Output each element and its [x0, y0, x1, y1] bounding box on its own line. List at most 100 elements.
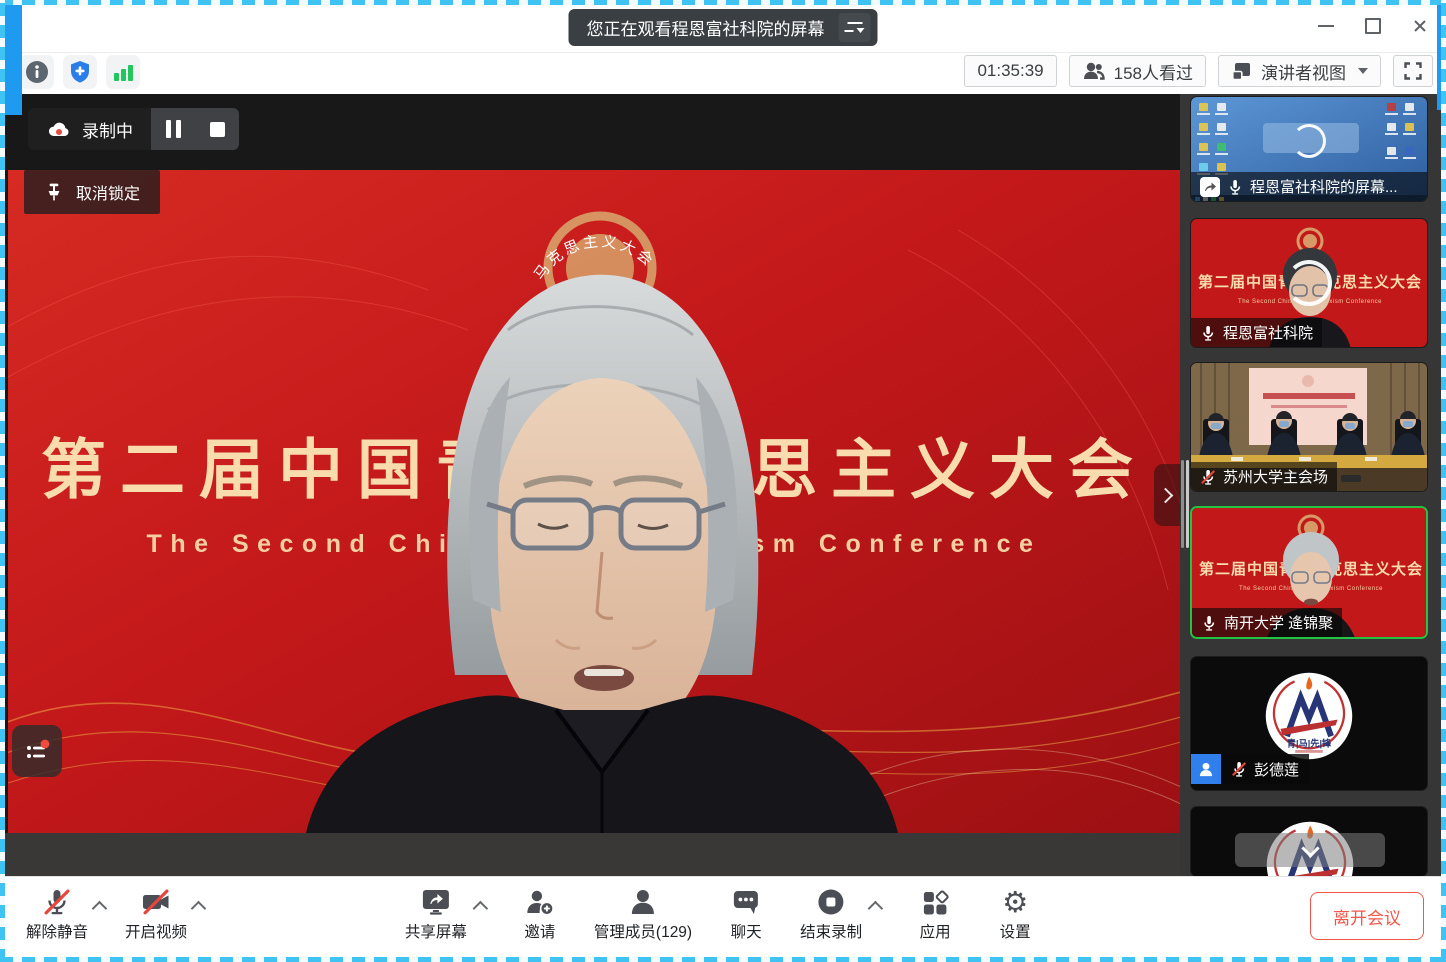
- recording-controls: 录制中: [28, 108, 239, 150]
- apps-button[interactable]: 应用: [909, 885, 961, 942]
- end-record-label: 结束录制: [800, 920, 862, 942]
- list-notification-icon: [22, 737, 52, 765]
- banner-menu-icon[interactable]: [839, 13, 871, 42]
- close-button[interactable]: [1410, 16, 1430, 36]
- main-video-stage: 马克思主义大会 第二届中国青年马克思主义大会 The Second China …: [0, 94, 1180, 877]
- scroll-more-button[interactable]: [1235, 833, 1385, 867]
- network-quality-button[interactable]: [106, 55, 140, 89]
- participant-label: 程恩富社科院的屏幕...: [1191, 172, 1427, 201]
- leave-meeting-label: 离开会议: [1333, 904, 1401, 929]
- unlock-label: 取消锁定: [76, 180, 140, 204]
- participant-name: 程恩富社科院的屏幕...: [1250, 176, 1398, 197]
- maximize-button[interactable]: [1363, 16, 1383, 36]
- invite-button[interactable]: 邀请: [514, 885, 566, 942]
- leave-meeting-button[interactable]: 离开会议: [1310, 892, 1424, 940]
- end-record-icon: [816, 887, 846, 917]
- chat-bubble-icon: [731, 887, 761, 917]
- share-border-top: [0, 0, 1446, 5]
- view-mode-selector[interactable]: 演讲者视图: [1218, 55, 1381, 87]
- participant-tile-partial[interactable]: [1190, 806, 1428, 877]
- start-video-button[interactable]: 开启视频: [125, 885, 187, 942]
- participant-label: 苏州大学主会场: [1191, 462, 1337, 491]
- menu-line-caret: [845, 28, 865, 33]
- viewers-icon: [1082, 59, 1106, 83]
- caption-toggle-button[interactable]: [12, 725, 62, 777]
- video-options-caret[interactable]: [191, 901, 207, 917]
- sidebar-collapse-tab[interactable]: [1154, 464, 1180, 526]
- meeting-timer: 01:35:39: [964, 55, 1056, 87]
- end-record-button[interactable]: 结束录制: [800, 885, 862, 942]
- fullscreen-button[interactable]: [1393, 55, 1433, 87]
- sidebar-scrollbar-track[interactable]: [1181, 460, 1184, 548]
- left-tools: [20, 55, 140, 89]
- participant-tile-active-speaker[interactable]: 第二届中国青年马克思主义大会 The Second China Youth Ma…: [1190, 506, 1428, 639]
- participant-name: 程恩富社科院: [1223, 322, 1313, 343]
- camera-muted-icon: [140, 887, 172, 917]
- pause-record-button[interactable]: [151, 108, 195, 150]
- info-icon: [24, 59, 50, 85]
- share-border-left: [0, 0, 5, 962]
- title-bar: 您正在观看程恩富社科院的屏幕: [0, 0, 1446, 53]
- share-screen-button[interactable]: 共享屏幕: [405, 885, 467, 942]
- apps-label: 应用: [920, 920, 951, 942]
- share-screen-icon: [420, 887, 452, 917]
- status-bar: 01:35:39 158人看过 演讲者视图: [0, 52, 1446, 94]
- stop-icon: [210, 122, 225, 137]
- unmute-button[interactable]: 解除静音: [26, 885, 88, 942]
- stage-letterbox: [0, 833, 1180, 877]
- manage-members-button[interactable]: 管理成员(129): [594, 885, 692, 942]
- unlock-view-button[interactable]: 取消锁定: [24, 170, 160, 214]
- loading-spinner: [1292, 124, 1326, 158]
- close-icon: [1412, 18, 1428, 34]
- participant-tile[interactable]: 青|马|先|锋: [1190, 656, 1428, 791]
- watching-banner-text: 您正在观看程恩富社科院的屏幕: [587, 15, 825, 40]
- toolbar-left-group: 解除静音 开启视频: [26, 885, 204, 942]
- chevron-right-icon: [1158, 487, 1174, 503]
- org-logo: 青|马|先|锋: [1263, 670, 1355, 762]
- participant-tile[interactable]: 第二届中国青年马克思主义大会 The Second China Youth Ma…: [1190, 218, 1428, 348]
- shield-plus-icon: [67, 59, 93, 85]
- invite-label: 邀请: [524, 920, 555, 942]
- manage-members-label: 管理成员(129): [594, 920, 692, 942]
- pin-icon: [44, 182, 64, 202]
- recording-label: 录制中: [82, 117, 133, 142]
- chat-button[interactable]: 聊天: [720, 885, 772, 942]
- speaker-video: 马克思主义大会 第二届中国青年马克思主义大会 The Second China …: [8, 170, 1180, 833]
- recording-buttons: [151, 108, 239, 150]
- fullscreen-icon: [1402, 60, 1424, 82]
- recording-status: 录制中: [28, 108, 151, 150]
- chat-label: 聊天: [731, 920, 762, 942]
- right-tools: 01:35:39 158人看过 演讲者视图: [964, 55, 1433, 87]
- meeting-info-button[interactable]: [20, 55, 54, 89]
- participant-tile-screen-share[interactable]: 程恩富社科院的屏幕...: [1190, 96, 1428, 202]
- members-icon: [628, 887, 658, 917]
- mic-options-caret[interactable]: [92, 901, 108, 917]
- minimize-button[interactable]: [1316, 16, 1336, 36]
- toolbar-center-group: 共享屏幕 邀请: [405, 885, 1041, 942]
- timer-text: 01:35:39: [977, 61, 1043, 81]
- minimize-icon: [1318, 25, 1334, 27]
- share-options-caret[interactable]: [473, 901, 489, 917]
- participants-sidebar: 程恩富社科院的屏幕... 第二届中国青年马克思主义大会 The Second C…: [1180, 94, 1446, 877]
- settings-button[interactable]: ⚙ 设置: [989, 885, 1041, 942]
- participant-label: 程恩富社科院: [1191, 318, 1322, 347]
- security-button[interactable]: [63, 55, 97, 89]
- stop-record-button[interactable]: [195, 108, 239, 150]
- start-video-label: 开启视频: [125, 920, 187, 942]
- window-controls: [1316, 12, 1430, 40]
- record-options-caret[interactable]: [868, 901, 884, 917]
- watching-banner[interactable]: 您正在观看程恩富社科院的屏幕: [569, 9, 878, 46]
- share-border-bottom: [0, 957, 1446, 962]
- participant-tile[interactable]: 苏州大学主会场: [1190, 362, 1428, 492]
- pause-icon: [166, 120, 171, 138]
- viewer-count[interactable]: 158人看过: [1069, 55, 1206, 87]
- participant-name: 南开大学 逄锦聚: [1224, 612, 1333, 633]
- mic-muted-icon: [42, 887, 72, 917]
- viewer-count-text: 158人看过: [1114, 59, 1193, 84]
- signal-bars-icon: [110, 59, 136, 85]
- mic-muted-icon: [1200, 469, 1216, 485]
- chevron-down-icon: [1301, 839, 1319, 857]
- sidebar-scrollbar-thumb[interactable]: [1186, 460, 1189, 548]
- screen-share-badge-icon: [1200, 177, 1220, 197]
- loading-spinner: [1286, 260, 1332, 306]
